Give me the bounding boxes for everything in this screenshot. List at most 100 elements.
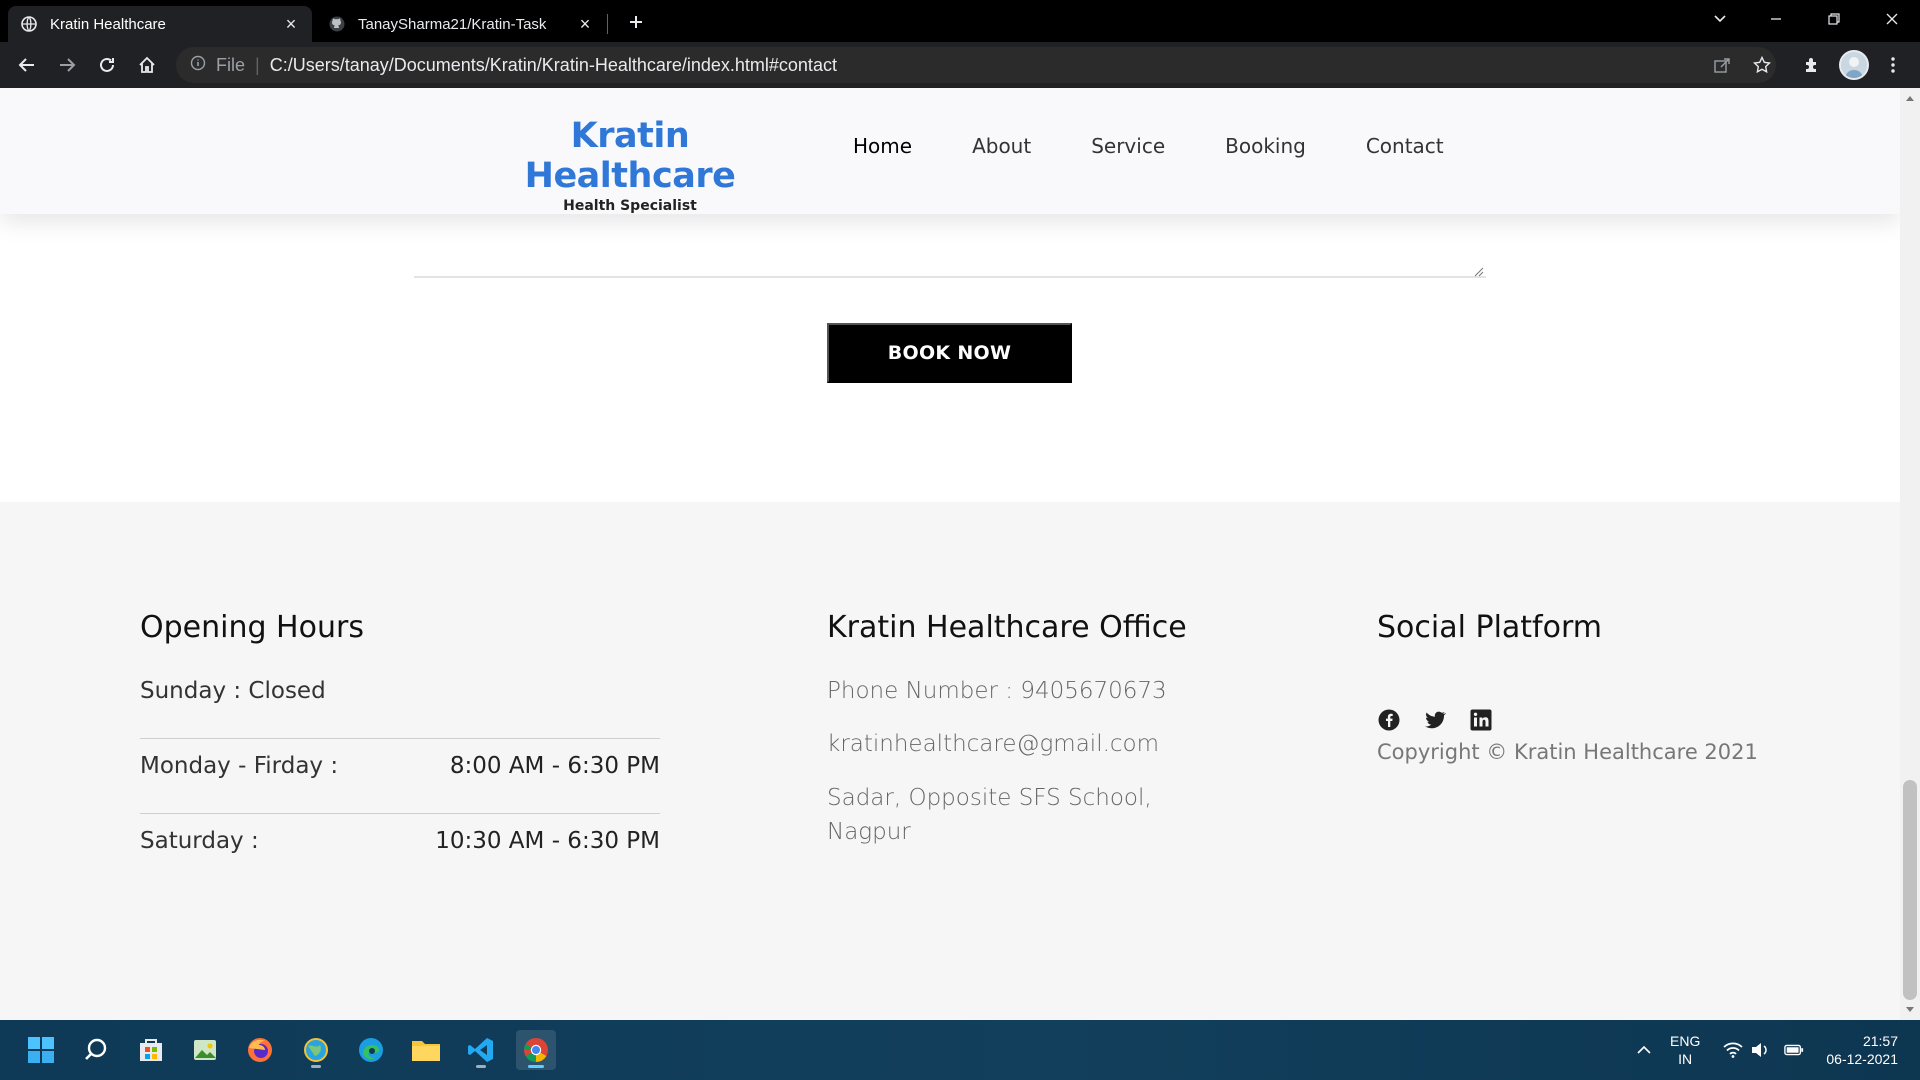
firefox-icon[interactable] — [240, 1030, 280, 1070]
linkedin-icon[interactable] — [1469, 708, 1493, 732]
restore-icon — [1828, 13, 1840, 25]
scroll-up-arrow-icon[interactable] — [1900, 90, 1920, 106]
nav-booking[interactable]: Booking — [1225, 134, 1306, 158]
volume-icon[interactable] — [1750, 1040, 1770, 1060]
hours-divider — [140, 738, 660, 739]
hours-divider — [140, 813, 660, 814]
nav-about[interactable]: About — [972, 134, 1031, 158]
message-textarea-edge[interactable] — [414, 276, 1486, 278]
tab-separator — [607, 14, 608, 34]
back-button[interactable] — [12, 50, 42, 80]
reload-button[interactable] — [92, 50, 122, 80]
nav-contact[interactable]: Contact — [1366, 134, 1444, 158]
arrow-right-icon — [60, 58, 76, 72]
nav-home[interactable]: Home — [853, 134, 912, 158]
system-clock[interactable]: 21:57 06-12-2021 — [1822, 1032, 1898, 1068]
github-icon — [328, 15, 346, 33]
region-code: IN — [1678, 1051, 1693, 1067]
home-icon — [139, 56, 155, 73]
browser-app-icon[interactable] — [296, 1030, 336, 1070]
home-button[interactable] — [132, 50, 162, 80]
brand-logo[interactable]: Kratin Healthcare Health Specialist — [473, 116, 787, 214]
forward-button[interactable] — [52, 50, 82, 80]
tab-github-repo[interactable]: TanaySharma21/Kratin-Task × — [316, 6, 606, 42]
info-icon[interactable] — [190, 55, 206, 76]
windows-taskbar: ENG IN 21:57 06-12-2021 — [0, 1020, 1920, 1080]
facebook-icon[interactable] — [1377, 708, 1401, 732]
clock-date: 06-12-2021 — [1826, 1051, 1898, 1067]
scroll-down-arrow-icon[interactable] — [1900, 1002, 1920, 1018]
minimize-icon — [1771, 18, 1781, 20]
profile-avatar[interactable] — [1839, 50, 1869, 80]
browser-toolbar: File | C:/Users/tanay/Documents/Kratin/K… — [0, 42, 1920, 88]
chevron-down-icon — [1714, 15, 1726, 23]
social-title: Social Platform — [1377, 610, 1602, 645]
bookmark-star-icon[interactable] — [1749, 52, 1775, 78]
page-scrollbar[interactable] — [1900, 88, 1920, 1020]
kebab-menu-icon[interactable] — [1880, 52, 1906, 78]
site-footer: Opening Hours Sunday : Closed Monday - F… — [0, 502, 1900, 1020]
store-icon[interactable] — [131, 1030, 171, 1070]
start-icon[interactable] — [21, 1030, 61, 1070]
omnibox-separator: | — [255, 54, 260, 75]
page-viewport: Kratin Healthcare Health Specialist Home… — [0, 88, 1900, 1020]
running-indicator — [476, 1065, 486, 1068]
close-window-button[interactable] — [1864, 0, 1920, 38]
new-tab-button[interactable] — [622, 8, 650, 36]
reload-icon — [100, 57, 114, 72]
globe-icon — [20, 15, 38, 33]
file-explorer-icon[interactable] — [406, 1030, 446, 1070]
hours-time: 10:30 AM - 6:30 PM — [435, 828, 660, 854]
share-icon[interactable] — [1709, 52, 1735, 78]
extensions-puzzle-icon[interactable] — [1799, 52, 1825, 78]
site-header: Kratin Healthcare Health Specialist Home… — [0, 88, 1900, 214]
scroll-thumb[interactable] — [1903, 780, 1917, 1000]
office-email[interactable]: kratinhealthcare@gmail.com — [827, 731, 1159, 757]
hours-time: 8:00 AM - 6:30 PM — [449, 753, 660, 779]
close-icon[interactable]: × — [576, 14, 594, 34]
search-icon[interactable] — [76, 1030, 116, 1070]
chevron-up-icon[interactable] — [1634, 1040, 1654, 1060]
hours-day: Saturday : — [140, 828, 259, 854]
hours-day: Monday - Firday : — [140, 753, 339, 779]
chrome-icon[interactable] — [516, 1030, 556, 1070]
nav-service[interactable]: Service — [1091, 134, 1165, 158]
book-now-button[interactable]: BOOK NOW — [827, 323, 1072, 383]
edge-icon[interactable] — [351, 1030, 391, 1070]
social-icons — [1377, 708, 1515, 732]
copyright-text: Copyright © Kratin Healthcare 2021 — [1377, 740, 1758, 764]
scheme-label: File — [216, 54, 246, 75]
resize-grip-icon[interactable] — [1472, 264, 1484, 277]
close-icon[interactable]: × — [282, 14, 300, 34]
clock-time: 21:57 — [1862, 1033, 1898, 1049]
language-code: ENG — [1670, 1033, 1701, 1049]
hours-day: Sunday : Closed — [140, 678, 326, 704]
photos-icon[interactable] — [185, 1030, 225, 1070]
restore-button[interactable] — [1806, 0, 1862, 38]
input-language[interactable]: ENG IN — [1670, 1032, 1700, 1068]
tab-kratin-healthcare[interactable]: Kratin Healthcare × — [8, 6, 312, 42]
main-nav: Home About Service Booking Contact — [853, 134, 1504, 158]
plus-icon — [630, 16, 642, 28]
tab-title: Kratin Healthcare — [50, 15, 166, 33]
twitter-icon[interactable] — [1423, 708, 1447, 732]
brand-name: Kratin Healthcare — [524, 116, 736, 196]
opening-hours-title: Opening Hours — [140, 610, 364, 645]
office-phone[interactable]: Phone Number : 9405670673 — [827, 678, 1167, 704]
browser-tab-bar: Kratin Healthcare × TanaySharma21/Kratin… — [0, 0, 1920, 42]
office-address-line1: Sadar, Opposite SFS School, — [827, 785, 1152, 811]
brand-tagline: Health Specialist — [563, 198, 697, 214]
url-text[interactable]: C:/Users/tanay/Documents/Kratin/Kratin-H… — [270, 55, 837, 76]
wifi-icon[interactable] — [1723, 1040, 1743, 1060]
tab-search-button[interactable] — [1692, 0, 1748, 38]
vscode-icon[interactable] — [461, 1030, 501, 1070]
running-indicator — [311, 1065, 321, 1068]
close-icon — [1886, 13, 1898, 25]
minimize-button[interactable] — [1748, 0, 1804, 38]
arrow-left-icon — [18, 58, 34, 72]
battery-icon[interactable] — [1784, 1040, 1804, 1060]
tab-title: TanaySharma21/Kratin-Task — [358, 15, 547, 33]
address-bar[interactable]: File | C:/Users/tanay/Documents/Kratin/K… — [176, 47, 1776, 83]
office-address-line2: Nagpur — [827, 819, 911, 845]
office-title: Kratin Healthcare Office — [827, 610, 1187, 645]
